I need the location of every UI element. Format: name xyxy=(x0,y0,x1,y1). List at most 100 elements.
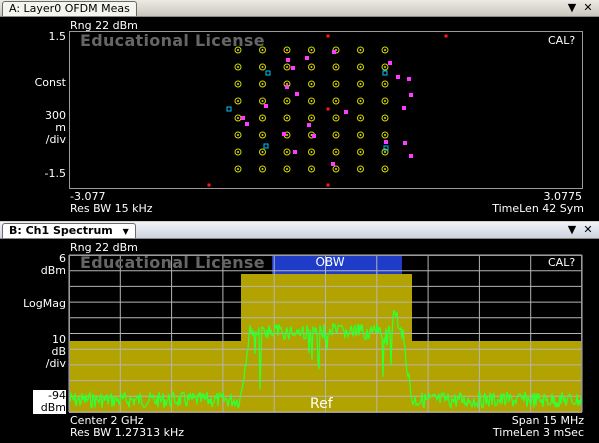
outlier-point xyxy=(326,183,330,187)
y-scale-per-div: /div xyxy=(45,357,66,370)
pilot-point xyxy=(402,106,406,110)
constellation-point-core xyxy=(335,100,337,102)
constellation-point-core xyxy=(310,117,313,119)
constellation-point-core xyxy=(310,151,313,153)
constellation-point-core xyxy=(261,168,264,170)
pilot-point xyxy=(305,56,309,60)
pilot-point xyxy=(332,50,336,54)
constellation-points xyxy=(207,34,448,187)
cal-status: CAL? xyxy=(548,256,576,269)
constellation-point-core xyxy=(384,66,386,68)
pilot-point xyxy=(396,75,400,79)
pilot-point xyxy=(409,93,413,97)
constellation-point-core xyxy=(286,151,288,153)
pilot-point xyxy=(312,134,316,138)
constellation-point-core xyxy=(237,117,239,119)
time-len-label: TimeLen 3 mSec xyxy=(492,426,584,439)
highlighted-point xyxy=(226,106,232,112)
pilot-point xyxy=(282,132,286,136)
constellation-point-core xyxy=(359,100,362,102)
constellation-point-core xyxy=(384,117,386,119)
constellation-point-core xyxy=(286,83,288,85)
constellation-point-core xyxy=(237,168,239,170)
watermark-text: Educational License xyxy=(80,253,265,272)
constellation-point-core xyxy=(359,66,362,68)
pilot-point xyxy=(407,77,411,81)
outlier-point xyxy=(326,34,330,38)
watermark-text: Educational License xyxy=(80,31,265,50)
constellation-point-core xyxy=(237,83,239,85)
pilot-point xyxy=(293,150,297,154)
constellation-point-core xyxy=(335,168,337,170)
constellation-point-core xyxy=(261,151,264,153)
constellation-point-core xyxy=(359,134,362,136)
constellation-frame xyxy=(69,31,583,189)
ref-level-unit: dBm xyxy=(33,402,66,414)
constellation-point-core xyxy=(359,83,362,85)
pilot-point xyxy=(344,110,348,114)
pilot-point xyxy=(286,58,290,62)
res-bw-label: Res BW 1.27313 kHz xyxy=(70,426,185,439)
y-top-unit: dBm xyxy=(40,264,66,277)
constellation-point-core xyxy=(359,117,362,119)
highlighted-point xyxy=(263,143,269,149)
constellation-point-core xyxy=(335,134,337,136)
pilot-point xyxy=(295,92,299,96)
constellation-point-core xyxy=(286,117,288,119)
constellation-point-core xyxy=(384,49,386,51)
constellation-point-core xyxy=(359,151,362,153)
constellation-point-core xyxy=(359,168,362,170)
pilot-point xyxy=(245,122,249,126)
constellation-point-core xyxy=(310,66,313,68)
pilot-point xyxy=(285,85,289,89)
constellation-point-core xyxy=(384,168,386,170)
constellation-point-core xyxy=(384,83,386,85)
constellation-point-core xyxy=(310,168,313,170)
constellation-point-core xyxy=(286,66,288,68)
pilot-point xyxy=(307,123,311,127)
constellation-point-core xyxy=(310,100,313,102)
constellation-point-core xyxy=(237,66,239,68)
pilot-point xyxy=(241,116,245,120)
constellation-point-core xyxy=(237,151,239,153)
constellation-point-core xyxy=(335,117,337,119)
constellation-point-core xyxy=(310,83,313,85)
constellation-point-core xyxy=(237,134,239,136)
pilot-point xyxy=(384,140,388,144)
constellation-point-core xyxy=(286,134,288,136)
constellation-point-core xyxy=(261,100,264,102)
pilot-point xyxy=(409,154,413,158)
constellation-point-core xyxy=(384,151,386,153)
constellation-point-core xyxy=(261,117,264,119)
highlighted-point xyxy=(382,70,388,76)
ref-marker-label: Ref xyxy=(310,396,333,412)
constellation-point-core xyxy=(335,151,337,153)
outlier-point xyxy=(444,34,448,38)
constellation-point-core xyxy=(359,49,362,51)
constellation-point-core xyxy=(335,66,337,68)
pane-b-ch1-spectrum: B: Ch1 Spectrum ▼ ▼ ✕ Rng 22 dBm 6 dBm L… xyxy=(0,222,599,443)
cal-status: CAL? xyxy=(548,34,576,47)
outlier-point xyxy=(207,183,211,187)
pilot-point xyxy=(388,61,392,65)
highlighted-point xyxy=(265,70,271,76)
y-mode-label: LogMag xyxy=(23,297,66,310)
constellation-point-core xyxy=(384,100,386,102)
constellation-point-core xyxy=(261,66,264,68)
pilot-point xyxy=(264,104,268,108)
constellation-point-core xyxy=(286,100,288,102)
pilot-point xyxy=(291,66,295,70)
pilot-point xyxy=(403,141,407,145)
constellation-point-core xyxy=(384,134,386,136)
constellation-point-core xyxy=(335,83,337,85)
constellation-point-core xyxy=(310,49,313,51)
obw-label: OBW xyxy=(315,255,345,269)
constellation-point-core xyxy=(237,100,239,102)
constellation-point-core xyxy=(286,49,288,51)
outlier-point xyxy=(326,107,330,111)
constellation-point-core xyxy=(261,83,264,85)
pane-a-ofdm-meas: A: Layer0 OFDM Meas ▼ ✕ Rng 22 dBm 1.5 C… xyxy=(0,0,599,221)
pilot-point xyxy=(331,162,335,166)
constellation-point-core xyxy=(286,168,288,170)
constellation-point-core xyxy=(261,134,264,136)
